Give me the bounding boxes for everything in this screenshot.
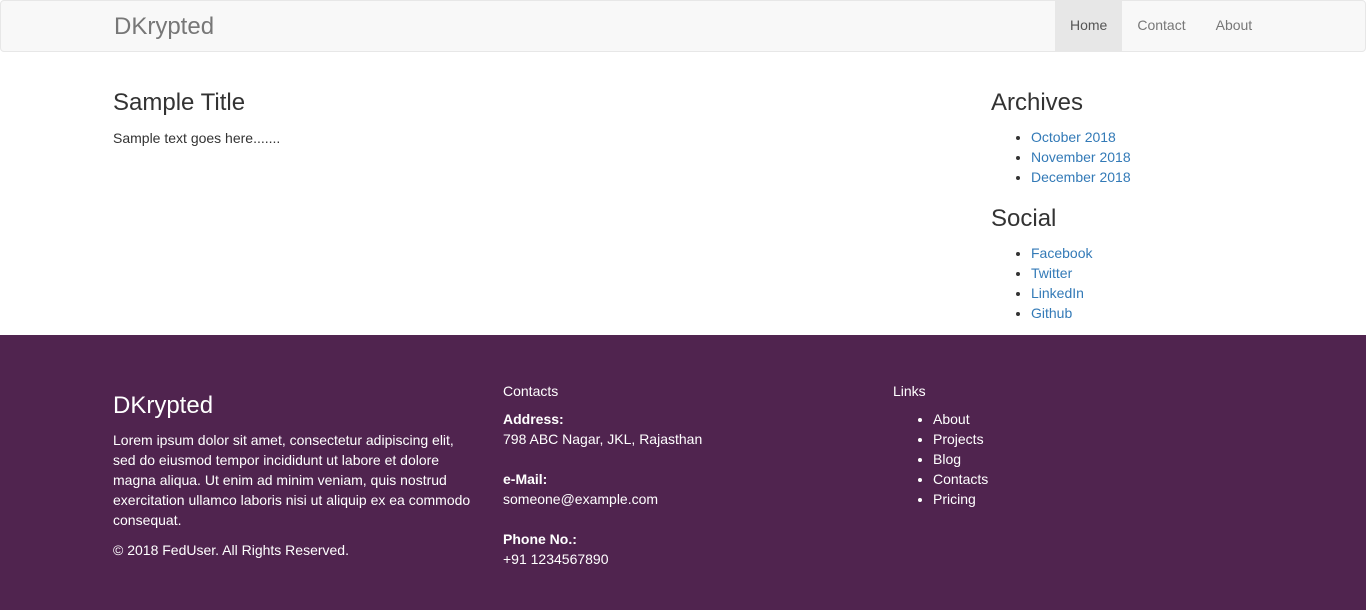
links-heading: Links [893, 383, 926, 399]
phone-value: +91 1234567890 [503, 551, 609, 567]
list-item: Projects [933, 429, 988, 449]
social-link-twitter[interactable]: Twitter [1031, 265, 1072, 281]
nav-item-about: About [1201, 1, 1268, 51]
navbar: DKrypted Home Contact About [0, 0, 1366, 52]
archive-link-november-2018[interactable]: November 2018 [1031, 149, 1131, 165]
list-item: LinkedIn [1031, 283, 1092, 303]
social-link-github[interactable]: Github [1031, 305, 1072, 321]
footer-links-list: About Projects Blog Contacts Pricing [933, 409, 988, 509]
nav-link-about[interactable]: About [1201, 1, 1268, 51]
social-link-linkedin[interactable]: LinkedIn [1031, 285, 1084, 301]
nav-item-contact: Contact [1122, 1, 1200, 51]
footer-link-about[interactable]: About [933, 411, 970, 427]
address-label: Address: [503, 411, 564, 427]
archive-link-december-2018[interactable]: December 2018 [1031, 169, 1131, 185]
footer-link-contacts[interactable]: Contacts [933, 471, 988, 487]
list-item: Twitter [1031, 263, 1092, 283]
footer-copyright: © 2018 FedUser. All Rights Reserved. [113, 542, 349, 558]
list-item: Pricing [933, 489, 988, 509]
footer-link-projects[interactable]: Projects [933, 431, 984, 447]
footer-link-pricing[interactable]: Pricing [933, 491, 976, 507]
nav-link-home[interactable]: Home [1055, 1, 1123, 51]
phone-label: Phone No.: [503, 531, 577, 547]
list-item: November 2018 [1031, 147, 1131, 167]
archive-link-october-2018[interactable]: October 2018 [1031, 129, 1116, 145]
list-item: October 2018 [1031, 127, 1131, 147]
address-value: 798 ABC Nagar, JKL, Rajasthan [503, 431, 703, 447]
list-item: Facebook [1031, 243, 1092, 263]
list-item: Contacts [933, 469, 988, 489]
contacts-heading: Contacts [503, 383, 559, 399]
list-item: December 2018 [1031, 167, 1131, 187]
page-title: Sample Title [113, 89, 246, 116]
archives-list: October 2018 November 2018 December 2018 [1031, 127, 1131, 187]
brand-link[interactable]: DKrypted [114, 14, 214, 40]
list-item: Blog [933, 449, 988, 469]
page-text: Sample text goes here....... [113, 130, 281, 146]
social-link-facebook[interactable]: Facebook [1031, 245, 1092, 261]
archives-heading: Archives [991, 89, 1084, 116]
social-list: Facebook Twitter LinkedIn Github [1031, 243, 1092, 323]
footer-description: Lorem ipsum dolor sit amet, consectetur … [113, 432, 471, 528]
list-item: About [933, 409, 988, 429]
list-item: Github [1031, 303, 1092, 323]
footer-brand: DKrypted [113, 392, 214, 419]
email-label: e-Mail: [503, 471, 548, 487]
nav-link-contact[interactable]: Contact [1122, 1, 1200, 51]
nav-item-home: Home [1055, 1, 1123, 51]
footer: DKrypted Lorem ipsum dolor sit amet, con… [0, 335, 1366, 610]
footer-link-blog[interactable]: Blog [933, 451, 961, 467]
social-heading: Social [991, 205, 1057, 232]
nav-menu: Home Contact About [1055, 1, 1267, 51]
email-value: someone@example.com [503, 491, 659, 507]
